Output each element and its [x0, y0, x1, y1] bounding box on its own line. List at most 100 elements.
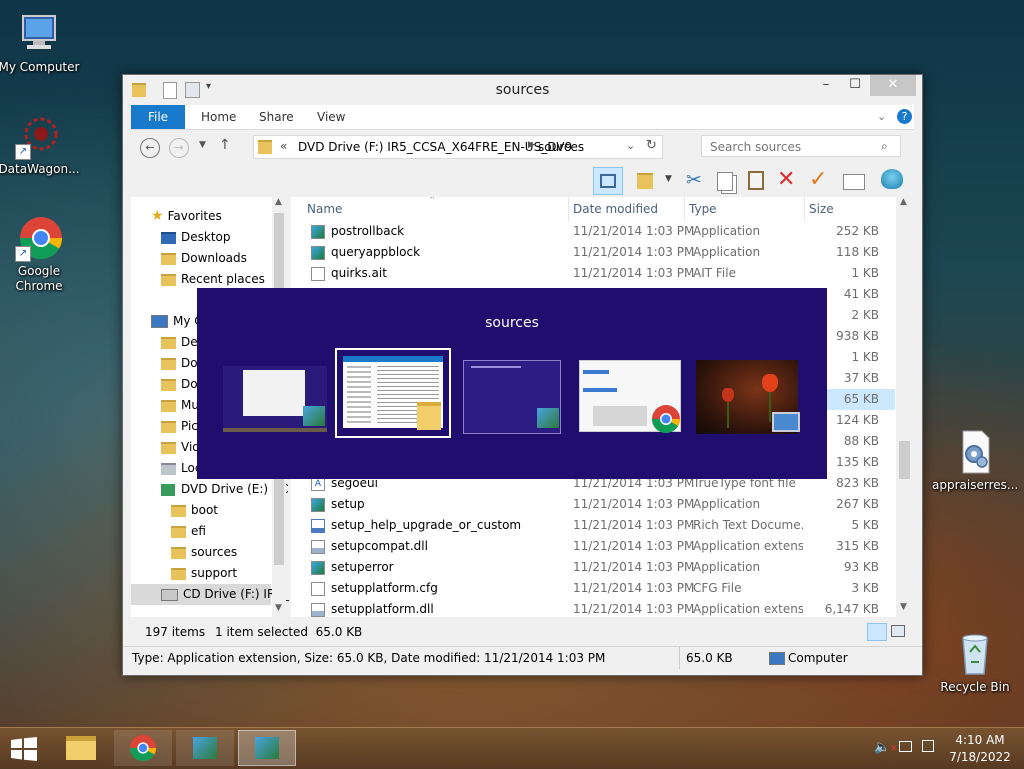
folder-options-icon[interactable] — [637, 173, 653, 189]
shell-icon[interactable] — [881, 169, 903, 189]
column-header-date[interactable]: Date modified — [568, 197, 658, 221]
nav-item-downloads-2[interactable]: Do — [161, 353, 198, 374]
nav-item-downloads[interactable]: Downloads — [161, 248, 247, 269]
file-scrollbar[interactable]: ▲ ▼ — [896, 197, 913, 617]
column-header-type[interactable]: Type — [684, 197, 717, 221]
column-header-size[interactable]: Size — [804, 197, 834, 221]
address-dropdown-icon[interactable]: ⌄ — [626, 139, 635, 152]
taskbar-chrome[interactable] — [114, 730, 172, 766]
details-view-button[interactable] — [867, 623, 887, 641]
nav-item-desktop[interactable]: Desktop — [161, 227, 231, 248]
tab-home[interactable]: Home — [201, 105, 236, 129]
selection-info: 1 item selected 65.0 KB — [215, 625, 363, 639]
breadcrumb-prefix[interactable]: « — [280, 139, 287, 153]
desktop-icon-my-computer[interactable]: My Computer — [0, 10, 82, 75]
details-text: Type: Application extension, Size: 65.0 … — [132, 651, 606, 665]
table-row[interactable]: queryappblock 11/21/2014 1:03 PM Applicati… — [291, 242, 895, 263]
scroll-down-icon[interactable]: ▼ — [275, 603, 282, 613]
desktop-icon-datawagon[interactable]: ↗ DataWagon... — [0, 112, 82, 177]
nav-item-videos[interactable]: Vid — [161, 437, 200, 458]
nav-item-boot[interactable]: boot — [171, 500, 218, 521]
nav-item-efi[interactable]: efi — [171, 521, 206, 542]
application-icon — [311, 497, 325, 512]
nav-favorites[interactable]: ★ Favorites — [151, 206, 222, 227]
file-scroll-thumb[interactable] — [899, 441, 910, 479]
tab-view[interactable]: View — [317, 105, 345, 129]
file-size: 93 KB — [843, 560, 879, 574]
back-button[interactable]: ← — [140, 138, 160, 158]
tab-share[interactable]: Share — [259, 105, 294, 129]
copy-icon[interactable] — [717, 172, 733, 191]
large-icons-view-button[interactable] — [891, 625, 905, 637]
breadcrumb-item-sources[interactable]: sources — [538, 140, 584, 154]
table-row[interactable]: quirks.ait 11/21/2014 1:03 PM AIT File 1 KB — [291, 263, 895, 284]
cut-icon[interactable]: ✂ — [686, 169, 702, 191]
desktop-icon-appraiserres[interactable]: appraiserres... — [932, 428, 1018, 493]
ribbon-expand-icon[interactable]: ⌄ — [877, 110, 886, 123]
rename-check-icon[interactable]: ✓ — [809, 167, 827, 192]
setup-app-icon — [303, 406, 325, 426]
search-input[interactable]: Search sources — [701, 135, 901, 157]
thumbnail-chrome-window[interactable] — [579, 360, 683, 434]
nav-item-support[interactable]: support — [171, 563, 237, 584]
start-button[interactable] — [10, 737, 38, 761]
action-center-icon[interactable] — [922, 740, 934, 752]
file-name: setupplatform.cfg — [311, 578, 561, 599]
table-row[interactable]: setupplatform.dll 11/21/2014 1:03 PM Appli… — [291, 599, 895, 617]
nav-item-dvd-drive-e[interactable]: DVD Drive (E:) CC — [161, 479, 289, 500]
help-icon[interactable]: ? — [897, 109, 912, 124]
scroll-up-icon[interactable]: ▲ — [900, 197, 907, 207]
nav-item-cd-drive-f[interactable]: CD Drive (F:) IR5_ — [131, 584, 289, 605]
thumbnail-sources-explorer[interactable] — [335, 348, 451, 438]
taskbar-file-explorer[interactable] — [52, 730, 110, 766]
forward-button[interactable]: → — [169, 138, 189, 158]
desktop-icon-recycle-bin[interactable]: Recycle Bin — [932, 630, 1018, 695]
table-row[interactable]: setupplatform.cfg 11/21/2014 1:03 PM CFG F… — [291, 578, 895, 599]
taskbar-setup-active[interactable] — [238, 730, 296, 766]
chevron-down-icon[interactable]: ▼ — [665, 174, 672, 184]
delete-icon[interactable]: ✕ — [777, 167, 795, 192]
title-bar[interactable]: ▾ sources – ☐ ✕ — [123, 75, 922, 105]
preview-pane-button[interactable] — [593, 167, 623, 195]
address-bar[interactable]: « DVD Drive (F:) IR5_CCSA_X64FRE_EN-US_D… — [253, 135, 663, 159]
scroll-down-icon[interactable]: ▼ — [900, 602, 907, 612]
desktop-icon-google-chrome[interactable]: ↗ Google Chrome — [0, 214, 82, 294]
table-row[interactable]: postrollback 11/21/2014 1:03 PM Applicatio… — [291, 221, 895, 242]
table-row[interactable]: setup_help_upgrade_or_custom 11/21/2014 1… — [291, 515, 895, 536]
properties-icon[interactable] — [843, 174, 865, 190]
clock-date[interactable]: 7/18/2022 — [946, 750, 1014, 764]
clock-time[interactable]: 4:10 AM — [946, 733, 1014, 747]
up-button[interactable]: ↑ — [219, 137, 231, 153]
nav-my-computer[interactable]: My C — [151, 311, 203, 332]
table-row[interactable]: setuperror 11/21/2014 1:03 PM Application 9… — [291, 557, 895, 578]
scroll-up-icon[interactable]: ▲ — [275, 197, 282, 207]
nav-item-music[interactable]: Mu — [161, 395, 199, 416]
network-icon[interactable] — [899, 741, 912, 752]
refresh-icon[interactable]: ↻ — [646, 138, 657, 153]
table-row[interactable]: setupcompat.dll 11/21/2014 1:03 PM Applica… — [291, 536, 895, 557]
nav-item-sources[interactable]: sources — [171, 542, 237, 563]
nav-item-recent-places[interactable]: Recent places — [161, 269, 265, 290]
file-icon — [311, 266, 325, 281]
taskbar-setup[interactable] — [176, 730, 234, 766]
thumbnail-tulips-photo[interactable] — [696, 360, 802, 434]
computer-icon — [769, 652, 785, 665]
minimize-button[interactable]: – — [813, 75, 839, 96]
table-row[interactable]: setup 11/21/2014 1:03 PM Application 267 KB — [291, 494, 895, 515]
tab-file[interactable]: File — [131, 105, 185, 129]
close-button[interactable]: ✕ — [870, 75, 916, 96]
volume-muted-icon[interactable]: 🔈✕ — [874, 740, 898, 755]
file-name: quirks.ait — [311, 263, 561, 284]
thumbnail-desktop-window[interactable] — [223, 360, 327, 434]
windows-logo-icon — [11, 737, 37, 761]
nav-item-local-disk[interactable]: Loc — [161, 458, 201, 479]
nav-item-pictures[interactable]: Pic — [161, 416, 198, 437]
thumbnail-setup-window[interactable] — [463, 360, 561, 434]
nav-item-documents-2[interactable]: Do — [161, 374, 198, 395]
alt-tab-switcher[interactable]: sources — [197, 288, 827, 479]
recent-locations-chevron-icon[interactable]: ▼ — [199, 140, 206, 150]
folder-icon — [161, 357, 176, 370]
paste-icon[interactable] — [748, 171, 764, 190]
column-header-name[interactable]: Name — [307, 197, 342, 221]
maximize-button[interactable]: ☐ — [842, 75, 868, 96]
